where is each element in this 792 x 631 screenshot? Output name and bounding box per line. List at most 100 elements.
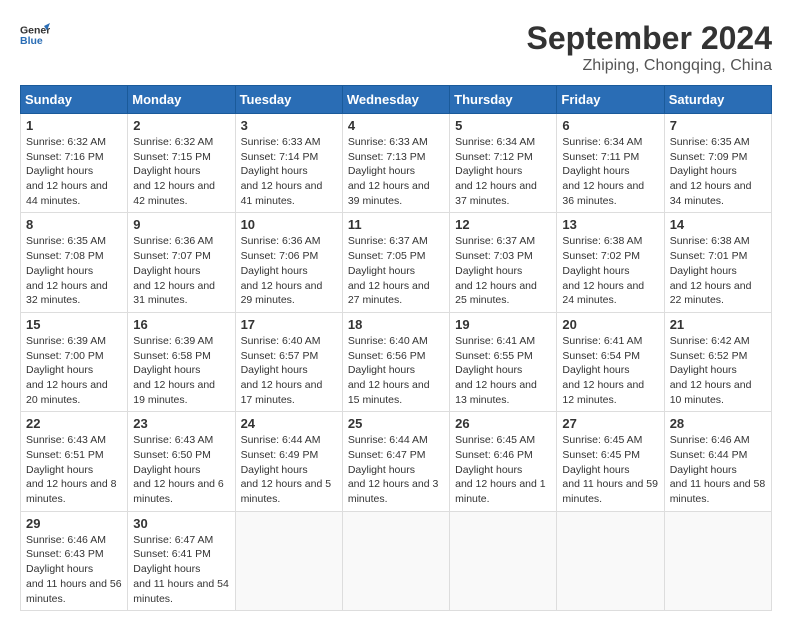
- calendar-day-cell: 2 Sunrise: 6:32 AM Sunset: 7:15 PM Dayli…: [128, 114, 235, 213]
- day-number: 19: [455, 317, 551, 332]
- calendar-day-cell: 20 Sunrise: 6:41 AM Sunset: 6:54 PM Dayl…: [557, 312, 664, 411]
- calendar-day-cell: 11 Sunrise: 6:37 AM Sunset: 7:05 PM Dayl…: [342, 213, 449, 312]
- day-info: Sunrise: 6:43 AM Sunset: 6:51 PM Dayligh…: [26, 433, 122, 506]
- day-info: Sunrise: 6:35 AM Sunset: 7:09 PM Dayligh…: [670, 135, 766, 208]
- calendar-day-cell: 9 Sunrise: 6:36 AM Sunset: 7:07 PM Dayli…: [128, 213, 235, 312]
- calendar-day-cell: 17 Sunrise: 6:40 AM Sunset: 6:57 PM Dayl…: [235, 312, 342, 411]
- day-number: 30: [133, 516, 229, 531]
- day-info: Sunrise: 6:47 AM Sunset: 6:41 PM Dayligh…: [133, 533, 229, 606]
- day-info: Sunrise: 6:41 AM Sunset: 6:54 PM Dayligh…: [562, 334, 658, 407]
- logo-icon: General Blue: [20, 20, 50, 50]
- weekday-header: Monday: [128, 86, 235, 114]
- calendar-day-cell: 30 Sunrise: 6:47 AM Sunset: 6:41 PM Dayl…: [128, 511, 235, 610]
- weekday-header: Friday: [557, 86, 664, 114]
- calendar-week-row: 15 Sunrise: 6:39 AM Sunset: 7:00 PM Dayl…: [21, 312, 772, 411]
- calendar-day-cell: 15 Sunrise: 6:39 AM Sunset: 7:00 PM Dayl…: [21, 312, 128, 411]
- day-info: Sunrise: 6:37 AM Sunset: 7:05 PM Dayligh…: [348, 234, 444, 307]
- calendar-day-cell: 8 Sunrise: 6:35 AM Sunset: 7:08 PM Dayli…: [21, 213, 128, 312]
- calendar-day-cell: 22 Sunrise: 6:43 AM Sunset: 6:51 PM Dayl…: [21, 412, 128, 511]
- day-info: Sunrise: 6:39 AM Sunset: 7:00 PM Dayligh…: [26, 334, 122, 407]
- calendar-day-cell: 3 Sunrise: 6:33 AM Sunset: 7:14 PM Dayli…: [235, 114, 342, 213]
- day-number: 10: [241, 217, 337, 232]
- day-info: Sunrise: 6:44 AM Sunset: 6:49 PM Dayligh…: [241, 433, 337, 506]
- calendar-day-cell: 18 Sunrise: 6:40 AM Sunset: 6:56 PM Dayl…: [342, 312, 449, 411]
- day-number: 28: [670, 416, 766, 431]
- calendar-day-cell: 10 Sunrise: 6:36 AM Sunset: 7:06 PM Dayl…: [235, 213, 342, 312]
- day-info: Sunrise: 6:38 AM Sunset: 7:02 PM Dayligh…: [562, 234, 658, 307]
- day-number: 3: [241, 118, 337, 133]
- day-number: 11: [348, 217, 444, 232]
- day-number: 21: [670, 317, 766, 332]
- day-number: 4: [348, 118, 444, 133]
- weekday-header: Wednesday: [342, 86, 449, 114]
- calendar-week-row: 22 Sunrise: 6:43 AM Sunset: 6:51 PM Dayl…: [21, 412, 772, 511]
- title-block: September 2024 Zhiping, Chongqing, China: [527, 20, 772, 75]
- day-info: Sunrise: 6:36 AM Sunset: 7:07 PM Dayligh…: [133, 234, 229, 307]
- calendar-day-cell: 6 Sunrise: 6:34 AM Sunset: 7:11 PM Dayli…: [557, 114, 664, 213]
- calendar-day-cell: [664, 511, 771, 610]
- calendar-day-cell: 23 Sunrise: 6:43 AM Sunset: 6:50 PM Dayl…: [128, 412, 235, 511]
- location-title: Zhiping, Chongqing, China: [527, 57, 772, 75]
- calendar-day-cell: 25 Sunrise: 6:44 AM Sunset: 6:47 PM Dayl…: [342, 412, 449, 511]
- weekday-header: Sunday: [21, 86, 128, 114]
- day-info: Sunrise: 6:42 AM Sunset: 6:52 PM Dayligh…: [670, 334, 766, 407]
- day-number: 16: [133, 317, 229, 332]
- day-info: Sunrise: 6:33 AM Sunset: 7:13 PM Dayligh…: [348, 135, 444, 208]
- calendar-day-cell: 21 Sunrise: 6:42 AM Sunset: 6:52 PM Dayl…: [664, 312, 771, 411]
- calendar-day-cell: 4 Sunrise: 6:33 AM Sunset: 7:13 PM Dayli…: [342, 114, 449, 213]
- day-number: 20: [562, 317, 658, 332]
- day-info: Sunrise: 6:44 AM Sunset: 6:47 PM Dayligh…: [348, 433, 444, 506]
- calendar-header: SundayMondayTuesdayWednesdayThursdayFrid…: [21, 86, 772, 114]
- day-number: 23: [133, 416, 229, 431]
- day-number: 17: [241, 317, 337, 332]
- day-number: 1: [26, 118, 122, 133]
- day-info: Sunrise: 6:37 AM Sunset: 7:03 PM Dayligh…: [455, 234, 551, 307]
- day-number: 15: [26, 317, 122, 332]
- calendar-day-cell: [342, 511, 449, 610]
- day-number: 9: [133, 217, 229, 232]
- calendar-day-cell: 19 Sunrise: 6:41 AM Sunset: 6:55 PM Dayl…: [450, 312, 557, 411]
- day-info: Sunrise: 6:40 AM Sunset: 6:57 PM Dayligh…: [241, 334, 337, 407]
- day-number: 14: [670, 217, 766, 232]
- day-number: 24: [241, 416, 337, 431]
- calendar-day-cell: 14 Sunrise: 6:38 AM Sunset: 7:01 PM Dayl…: [664, 213, 771, 312]
- day-number: 27: [562, 416, 658, 431]
- day-number: 8: [26, 217, 122, 232]
- calendar-day-cell: [235, 511, 342, 610]
- svg-text:Blue: Blue: [20, 35, 43, 47]
- day-info: Sunrise: 6:33 AM Sunset: 7:14 PM Dayligh…: [241, 135, 337, 208]
- day-info: Sunrise: 6:39 AM Sunset: 6:58 PM Dayligh…: [133, 334, 229, 407]
- calendar-table: SundayMondayTuesdayWednesdayThursdayFrid…: [20, 85, 772, 611]
- calendar-day-cell: [557, 511, 664, 610]
- calendar-day-cell: 7 Sunrise: 6:35 AM Sunset: 7:09 PM Dayli…: [664, 114, 771, 213]
- day-info: Sunrise: 6:46 AM Sunset: 6:44 PM Dayligh…: [670, 433, 766, 506]
- calendar-day-cell: 1 Sunrise: 6:32 AM Sunset: 7:16 PM Dayli…: [21, 114, 128, 213]
- day-number: 12: [455, 217, 551, 232]
- calendar-day-cell: 28 Sunrise: 6:46 AM Sunset: 6:44 PM Dayl…: [664, 412, 771, 511]
- day-number: 29: [26, 516, 122, 531]
- calendar-day-cell: 29 Sunrise: 6:46 AM Sunset: 6:43 PM Dayl…: [21, 511, 128, 610]
- day-info: Sunrise: 6:36 AM Sunset: 7:06 PM Dayligh…: [241, 234, 337, 307]
- calendar-day-cell: [450, 511, 557, 610]
- day-info: Sunrise: 6:40 AM Sunset: 6:56 PM Dayligh…: [348, 334, 444, 407]
- day-info: Sunrise: 6:46 AM Sunset: 6:43 PM Dayligh…: [26, 533, 122, 606]
- calendar-day-cell: 12 Sunrise: 6:37 AM Sunset: 7:03 PM Dayl…: [450, 213, 557, 312]
- calendar-day-cell: 5 Sunrise: 6:34 AM Sunset: 7:12 PM Dayli…: [450, 114, 557, 213]
- calendar-day-cell: 24 Sunrise: 6:44 AM Sunset: 6:49 PM Dayl…: [235, 412, 342, 511]
- day-info: Sunrise: 6:34 AM Sunset: 7:12 PM Dayligh…: [455, 135, 551, 208]
- page-header: General Blue September 2024 Zhiping, Cho…: [20, 20, 772, 75]
- day-info: Sunrise: 6:32 AM Sunset: 7:16 PM Dayligh…: [26, 135, 122, 208]
- day-info: Sunrise: 6:45 AM Sunset: 6:45 PM Dayligh…: [562, 433, 658, 506]
- calendar-week-row: 8 Sunrise: 6:35 AM Sunset: 7:08 PM Dayli…: [21, 213, 772, 312]
- logo: General Blue: [20, 20, 50, 50]
- calendar-day-cell: 26 Sunrise: 6:45 AM Sunset: 6:46 PM Dayl…: [450, 412, 557, 511]
- calendar-day-cell: 27 Sunrise: 6:45 AM Sunset: 6:45 PM Dayl…: [557, 412, 664, 511]
- month-title: September 2024: [527, 20, 772, 57]
- day-number: 22: [26, 416, 122, 431]
- day-number: 2: [133, 118, 229, 133]
- calendar-day-cell: 13 Sunrise: 6:38 AM Sunset: 7:02 PM Dayl…: [557, 213, 664, 312]
- day-info: Sunrise: 6:34 AM Sunset: 7:11 PM Dayligh…: [562, 135, 658, 208]
- day-number: 25: [348, 416, 444, 431]
- day-number: 13: [562, 217, 658, 232]
- weekday-header: Thursday: [450, 86, 557, 114]
